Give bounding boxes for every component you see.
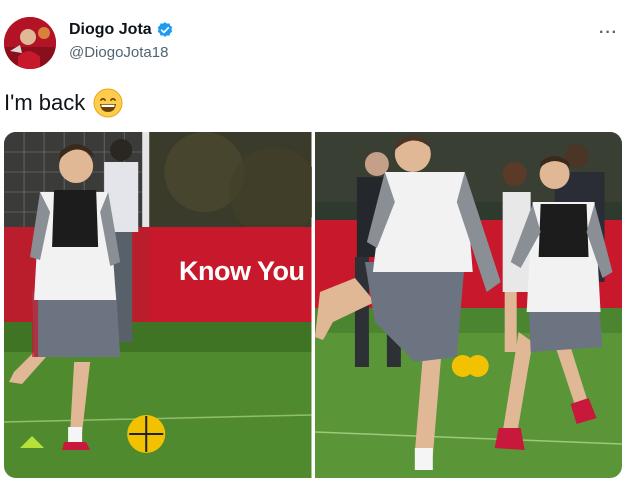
photo-1[interactable]: Know You <box>4 132 312 478</box>
grinning-face-icon <box>93 88 123 118</box>
tweet-text: I'm back <box>4 88 123 118</box>
display-name[interactable]: Diogo Jota <box>69 21 152 39</box>
handle[interactable]: @DiogoJota18 <box>69 44 168 61</box>
photo-2-image <box>314 132 622 478</box>
photo-1-image <box>4 132 312 478</box>
avatar[interactable] <box>4 17 56 69</box>
avatar-image <box>4 17 56 69</box>
verified-badge-icon <box>157 22 172 37</box>
tweet-media[interactable]: Know You <box>4 132 622 478</box>
author-name-row: Diogo Jota <box>69 21 174 39</box>
photo-2[interactable] <box>314 132 622 478</box>
tweet-text-content: I'm back <box>4 90 86 115</box>
more-options-icon[interactable]: ··· <box>599 24 618 42</box>
photo-1-banner-text: Know You <box>179 256 305 286</box>
tweet: Diogo Jota @DiogoJota18 ··· I'm back Kno… <box>0 0 640 501</box>
